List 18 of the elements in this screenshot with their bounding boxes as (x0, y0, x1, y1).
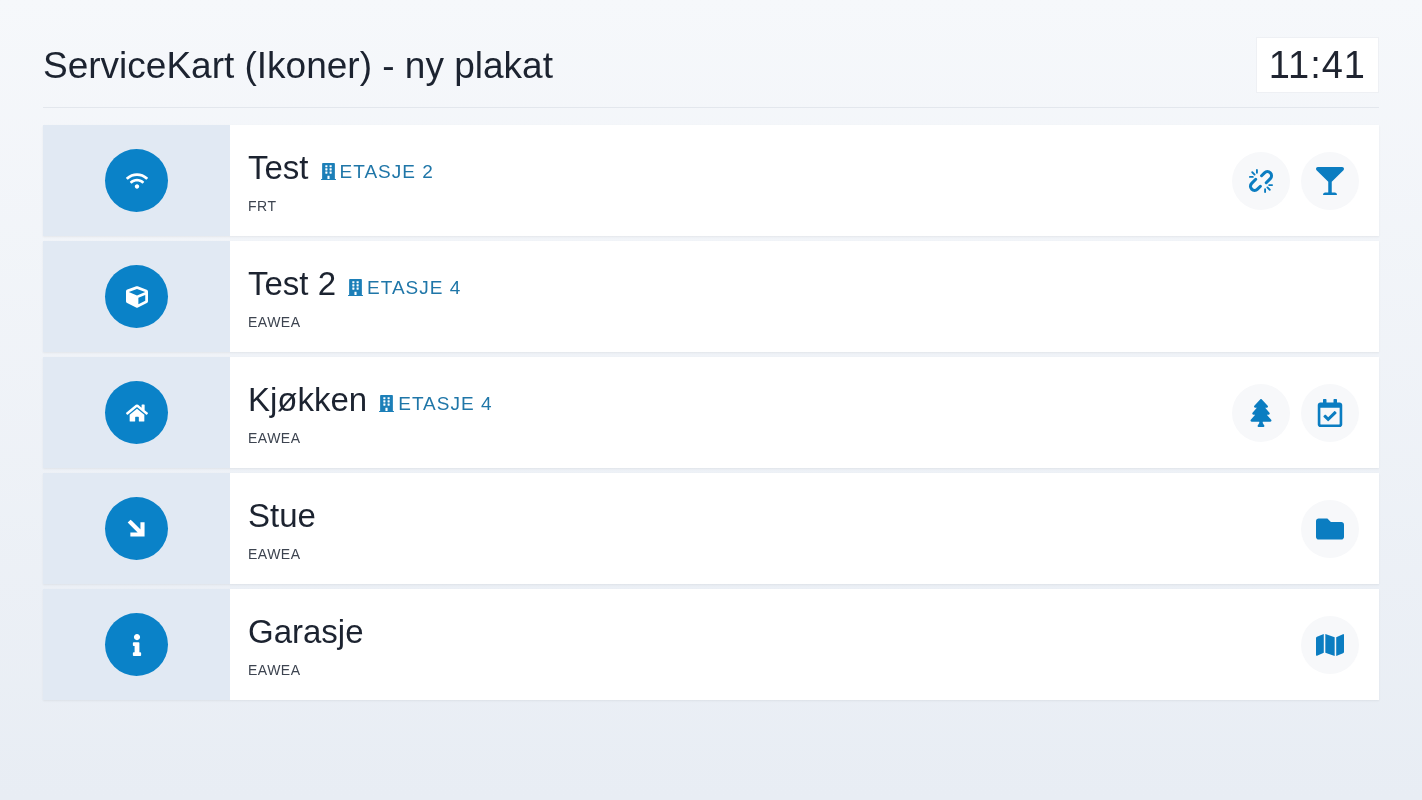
row-title: Test (248, 148, 309, 187)
row-title: Garasje (248, 612, 364, 651)
row-subtitle: EAWEA (248, 314, 301, 329)
row-subtitle: FRT (248, 198, 277, 213)
row-subtitle: EAWEA (248, 430, 301, 445)
clock: 11:41 (1255, 37, 1379, 93)
row-title: Kjøkken (248, 380, 368, 419)
row-title: Test 2 (248, 264, 337, 303)
building-icon (379, 394, 395, 412)
row-title: Stue (248, 496, 316, 535)
row-subtitle: EAWEA (248, 662, 301, 677)
page-title: ServiceKart (Ikoner) - ny plakat (43, 46, 553, 84)
building-icon (348, 278, 364, 296)
floor-label: ETASJE 4 (367, 277, 462, 297)
row-subtitle: EAWEA (248, 546, 301, 561)
floor-label: ETASJE 4 (398, 393, 493, 413)
floor-label: ETASJE 2 (339, 161, 434, 181)
building-icon (320, 162, 336, 180)
